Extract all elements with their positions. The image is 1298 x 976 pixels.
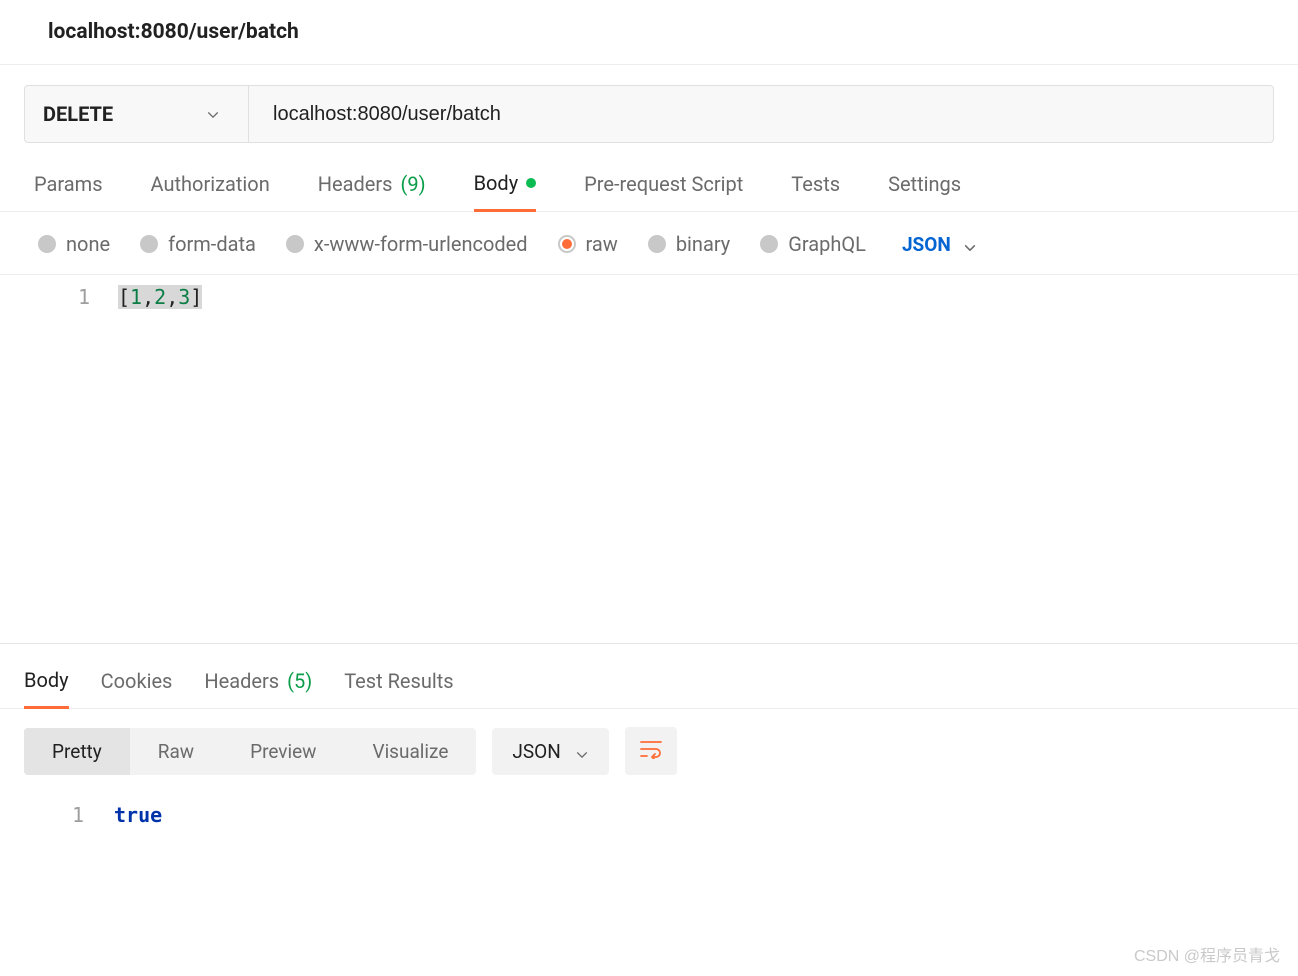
- resp-tab-headers[interactable]: Headers (5): [204, 668, 312, 708]
- json-number: 1: [130, 285, 142, 309]
- editor-code: true: [106, 793, 1298, 837]
- body-type-raw-label: raw: [586, 232, 618, 256]
- response-body-editor[interactable]: 1 true: [0, 793, 1298, 837]
- line-number: 1: [0, 801, 84, 829]
- response-toolbar: Pretty Raw Preview Visualize JSON: [0, 709, 1298, 793]
- tab-settings[interactable]: Settings: [888, 171, 961, 211]
- tab-headers[interactable]: Headers (9): [318, 171, 426, 211]
- body-type-none[interactable]: none: [38, 232, 110, 256]
- tab-headers-label: Headers: [318, 172, 393, 196]
- body-type-urlencoded-label: x-www-form-urlencoded: [314, 232, 528, 256]
- response-view-mode: Pretty Raw Preview Visualize: [24, 728, 476, 775]
- tab-tests[interactable]: Tests: [791, 171, 840, 211]
- radio-icon: [140, 235, 158, 253]
- json-comma: ,: [142, 285, 154, 309]
- watermark: CSDN @程序员青戈: [1134, 942, 1280, 966]
- resp-tab-cookies[interactable]: Cookies: [101, 668, 173, 708]
- tab-authorization[interactable]: Authorization: [151, 171, 270, 211]
- radio-icon: [760, 235, 778, 253]
- request-config-tabs: Params Authorization Headers (9) Body Pr…: [0, 143, 1298, 212]
- body-type-selector: none form-data x-www-form-urlencoded raw…: [0, 212, 1298, 275]
- tab-body-label: Body: [474, 171, 519, 195]
- body-type-none-label: none: [66, 232, 110, 256]
- response-tabs: Body Cookies Headers (5) Test Results: [0, 644, 1298, 709]
- body-type-binary[interactable]: binary: [648, 232, 730, 256]
- tab-prerequest[interactable]: Pre-request Script: [584, 171, 743, 211]
- body-language-select[interactable]: JSON: [902, 233, 977, 256]
- radio-icon: [38, 235, 56, 253]
- radio-selected-icon: [558, 235, 576, 253]
- json-keyword: true: [114, 803, 162, 827]
- request-body-editor[interactable]: 1 [1,2,3]: [0, 275, 1298, 643]
- resp-tab-testresults[interactable]: Test Results: [344, 668, 453, 708]
- body-type-urlencoded[interactable]: x-www-form-urlencoded: [286, 232, 528, 256]
- view-raw[interactable]: Raw: [130, 728, 222, 775]
- body-type-raw[interactable]: raw: [558, 232, 618, 256]
- editor-gutter: 1: [0, 275, 118, 643]
- request-tab-title: localhost:8080/user/batch: [0, 0, 1298, 65]
- json-number: 2: [154, 285, 166, 309]
- tab-params[interactable]: Params: [34, 171, 103, 211]
- http-method-value: DELETE: [43, 102, 113, 126]
- request-url-input[interactable]: [249, 86, 1273, 142]
- chevron-down-icon: [963, 237, 977, 251]
- wrap-icon: [639, 739, 663, 763]
- radio-icon: [648, 235, 666, 253]
- chevron-down-icon: [575, 744, 589, 758]
- editor-gutter: 1: [0, 793, 106, 837]
- body-language-value: JSON: [902, 233, 951, 256]
- body-type-graphql[interactable]: GraphQL: [760, 232, 866, 256]
- view-visualize[interactable]: Visualize: [344, 728, 476, 775]
- body-type-binary-label: binary: [676, 232, 730, 256]
- chevron-down-icon: [206, 107, 220, 121]
- response-area: Body Cookies Headers (5) Test Results Pr…: [0, 643, 1298, 837]
- json-bracket: [: [118, 285, 130, 309]
- response-format-select[interactable]: JSON: [492, 728, 608, 775]
- wrap-lines-button[interactable]: [625, 727, 677, 775]
- headers-count-badge: (9): [401, 172, 426, 196]
- view-pretty[interactable]: Pretty: [24, 728, 130, 775]
- radio-icon: [286, 235, 304, 253]
- http-method-select[interactable]: DELETE: [25, 86, 249, 142]
- request-bar: DELETE: [24, 85, 1274, 143]
- body-type-formdata[interactable]: form-data: [140, 232, 256, 256]
- response-format-value: JSON: [512, 740, 560, 763]
- json-comma: ,: [166, 285, 178, 309]
- json-bracket: ]: [190, 285, 202, 309]
- editor-code[interactable]: [1,2,3]: [118, 275, 1298, 643]
- resp-tab-headers-label: Headers: [204, 669, 279, 693]
- body-type-formdata-label: form-data: [168, 232, 256, 256]
- json-number: 3: [178, 285, 190, 309]
- tab-body[interactable]: Body: [474, 171, 537, 212]
- resp-tab-body[interactable]: Body: [24, 668, 69, 709]
- line-number: 1: [0, 283, 90, 311]
- body-active-dot-icon: [526, 178, 536, 188]
- view-preview[interactable]: Preview: [222, 728, 344, 775]
- resp-headers-count-badge: (5): [287, 669, 312, 693]
- body-type-graphql-label: GraphQL: [788, 232, 866, 256]
